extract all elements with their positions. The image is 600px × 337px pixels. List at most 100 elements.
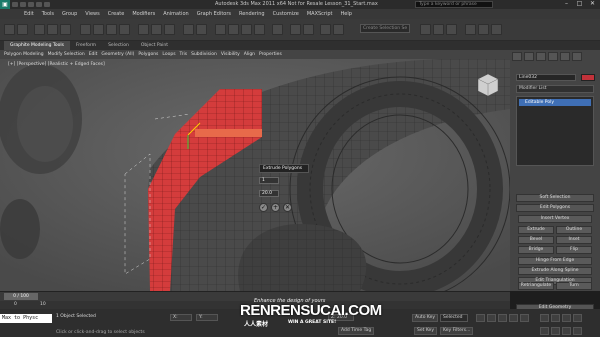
rectangular-selection-icon[interactable] — [106, 24, 117, 35]
search-input[interactable]: Type a keyword or phrase — [415, 1, 493, 8]
menu-create[interactable]: Create — [108, 11, 125, 17]
bridge-button[interactable]: Bridge — [518, 246, 554, 254]
layer-manager-icon[interactable] — [320, 24, 331, 35]
menu-maxscript[interactable]: MAXScript — [307, 11, 333, 17]
extrude-button[interactable]: Extrude — [518, 226, 554, 234]
schematic-view-icon[interactable] — [433, 24, 444, 35]
previous-frame-icon[interactable] — [487, 314, 496, 322]
zoom-icon[interactable] — [540, 314, 549, 322]
viewport-label[interactable]: [+] [Perspective] [Realistic + Edged Fac… — [8, 62, 105, 67]
modify-tab-icon[interactable] — [524, 52, 534, 61]
y-coordinate-field[interactable]: Y: — [196, 314, 218, 321]
edit-named-selection-icon[interactable] — [272, 24, 283, 35]
panel-geometry-all[interactable]: Geometry (All) — [101, 52, 134, 57]
material-editor-icon[interactable] — [446, 24, 457, 35]
menu-modifiers[interactable]: Modifiers — [132, 11, 155, 17]
window-crossing-icon[interactable] — [119, 24, 130, 35]
key-mode-dropdown[interactable]: Selected — [440, 314, 468, 322]
maximize-button[interactable]: □ — [573, 0, 586, 8]
menu-edit[interactable]: Edit — [24, 11, 34, 17]
select-by-name-icon[interactable] — [93, 24, 104, 35]
graphite-toggle-icon[interactable] — [333, 24, 344, 35]
panel-modify-selection[interactable]: Modify Selection — [48, 52, 85, 57]
menu-graph-editors[interactable]: Graph Editors — [197, 11, 231, 17]
tab-graphite-modeling-tools[interactable]: Graphite Modeling Tools — [4, 41, 71, 50]
inset-button[interactable]: Inset — [556, 236, 592, 244]
maxscript-listener-input[interactable]: Max to Physc — [0, 314, 52, 323]
app-logo-icon[interactable]: ▣ — [0, 0, 10, 9]
panel-align[interactable]: Align — [244, 52, 255, 57]
panel-loops[interactable]: Loops — [162, 52, 175, 57]
soft-selection-rollout[interactable]: Soft Selection — [516, 194, 594, 202]
time-slider[interactable]: 0 / 100 — [4, 293, 38, 300]
caddy-apply-button[interactable]: + — [271, 203, 280, 212]
panel-properties[interactable]: Properties — [259, 52, 282, 57]
motion-tab-icon[interactable] — [548, 52, 558, 61]
extrude-along-spline-button[interactable]: Extrude Along Spline — [518, 267, 592, 275]
modifier-list-dropdown[interactable]: Modifier List — [516, 85, 594, 93]
menu-tools[interactable]: Tools — [42, 11, 54, 17]
object-color-swatch[interactable] — [581, 74, 595, 81]
menu-animation[interactable]: Animation — [163, 11, 189, 17]
caddy-ok-button[interactable]: ✓ — [259, 203, 268, 212]
menu-rendering[interactable]: Rendering — [239, 11, 265, 17]
panel-polygons[interactable]: Polygons — [138, 52, 158, 57]
mirror-icon[interactable] — [290, 24, 301, 35]
caddy-amount-field[interactable]: 20.0 — [259, 190, 279, 197]
spinner-snap-icon[interactable] — [254, 24, 265, 35]
create-tab-icon[interactable] — [512, 52, 522, 61]
set-key-button[interactable]: Set Key — [414, 327, 437, 335]
panel-tris[interactable]: Tris — [180, 52, 188, 57]
zoom-all-icon[interactable] — [551, 314, 560, 322]
panel-edit[interactable]: Edit — [89, 52, 98, 57]
link-icon[interactable] — [34, 24, 45, 35]
go-to-end-icon[interactable] — [520, 314, 529, 322]
pan-icon[interactable] — [551, 327, 560, 335]
bind-space-warp-icon[interactable] — [60, 24, 71, 35]
perspective-viewport[interactable]: [+] [Perspective] [Realistic + Edged Fac… — [0, 59, 510, 291]
select-object-icon[interactable] — [80, 24, 91, 35]
tab-object-paint[interactable]: Object Paint — [135, 41, 174, 50]
tab-selection[interactable]: Selection — [102, 41, 135, 50]
panel-subdivision[interactable]: Subdivision — [191, 52, 217, 57]
hierarchy-tab-icon[interactable] — [536, 52, 546, 61]
undo-icon[interactable] — [36, 2, 42, 7]
object-name-field[interactable]: Line032 — [516, 74, 576, 81]
x-coordinate-field[interactable]: X: — [170, 314, 192, 321]
hinge-from-edge-button[interactable]: Hinge From Edge — [518, 257, 592, 265]
go-to-start-icon[interactable] — [476, 314, 485, 322]
render-production-icon[interactable] — [491, 24, 502, 35]
curve-editor-icon[interactable] — [420, 24, 431, 35]
orbit-icon[interactable] — [562, 327, 571, 335]
pivot-center-icon[interactable] — [196, 24, 207, 35]
panel-polygon-modeling[interactable]: Polygon Modeling — [4, 52, 44, 57]
named-selection-set-dropdown[interactable]: Create Selection Se — [360, 24, 410, 33]
insert-vertex-button[interactable]: Insert Vertex — [518, 215, 592, 223]
rendered-frame-icon[interactable] — [478, 24, 489, 35]
edit-polygons-rollout[interactable]: Edit Polygons — [516, 204, 594, 212]
menu-help[interactable]: Help — [341, 11, 352, 17]
caddy-cancel-button[interactable]: ✕ — [283, 203, 292, 212]
menu-customize[interactable]: Customize — [273, 11, 299, 17]
maximize-viewport-icon[interactable] — [573, 327, 582, 335]
rotate-icon[interactable] — [151, 24, 162, 35]
angle-snap-icon[interactable] — [228, 24, 239, 35]
bevel-button[interactable]: Bevel — [518, 236, 554, 244]
flip-button[interactable]: Flip — [556, 246, 592, 254]
redo-button-icon[interactable] — [17, 24, 28, 35]
unlink-icon[interactable] — [47, 24, 58, 35]
redo-icon[interactable] — [44, 2, 50, 7]
scale-icon[interactable] — [164, 24, 175, 35]
zoom-extents-icon[interactable] — [562, 314, 571, 322]
outline-button[interactable]: Outline — [556, 226, 592, 234]
save-file-icon[interactable] — [28, 2, 34, 7]
menu-views[interactable]: Views — [85, 11, 99, 17]
stack-item-editable-poly[interactable]: Editable Poly — [519, 99, 591, 106]
turn-button[interactable]: Turn — [556, 282, 592, 290]
open-file-icon[interactable] — [20, 2, 26, 7]
percent-snap-icon[interactable] — [241, 24, 252, 35]
tab-freeform[interactable]: Freeform — [70, 41, 102, 50]
snap-toggle-icon[interactable] — [215, 24, 226, 35]
auto-key-button[interactable]: Auto Key — [412, 314, 439, 322]
display-tab-icon[interactable] — [560, 52, 570, 61]
